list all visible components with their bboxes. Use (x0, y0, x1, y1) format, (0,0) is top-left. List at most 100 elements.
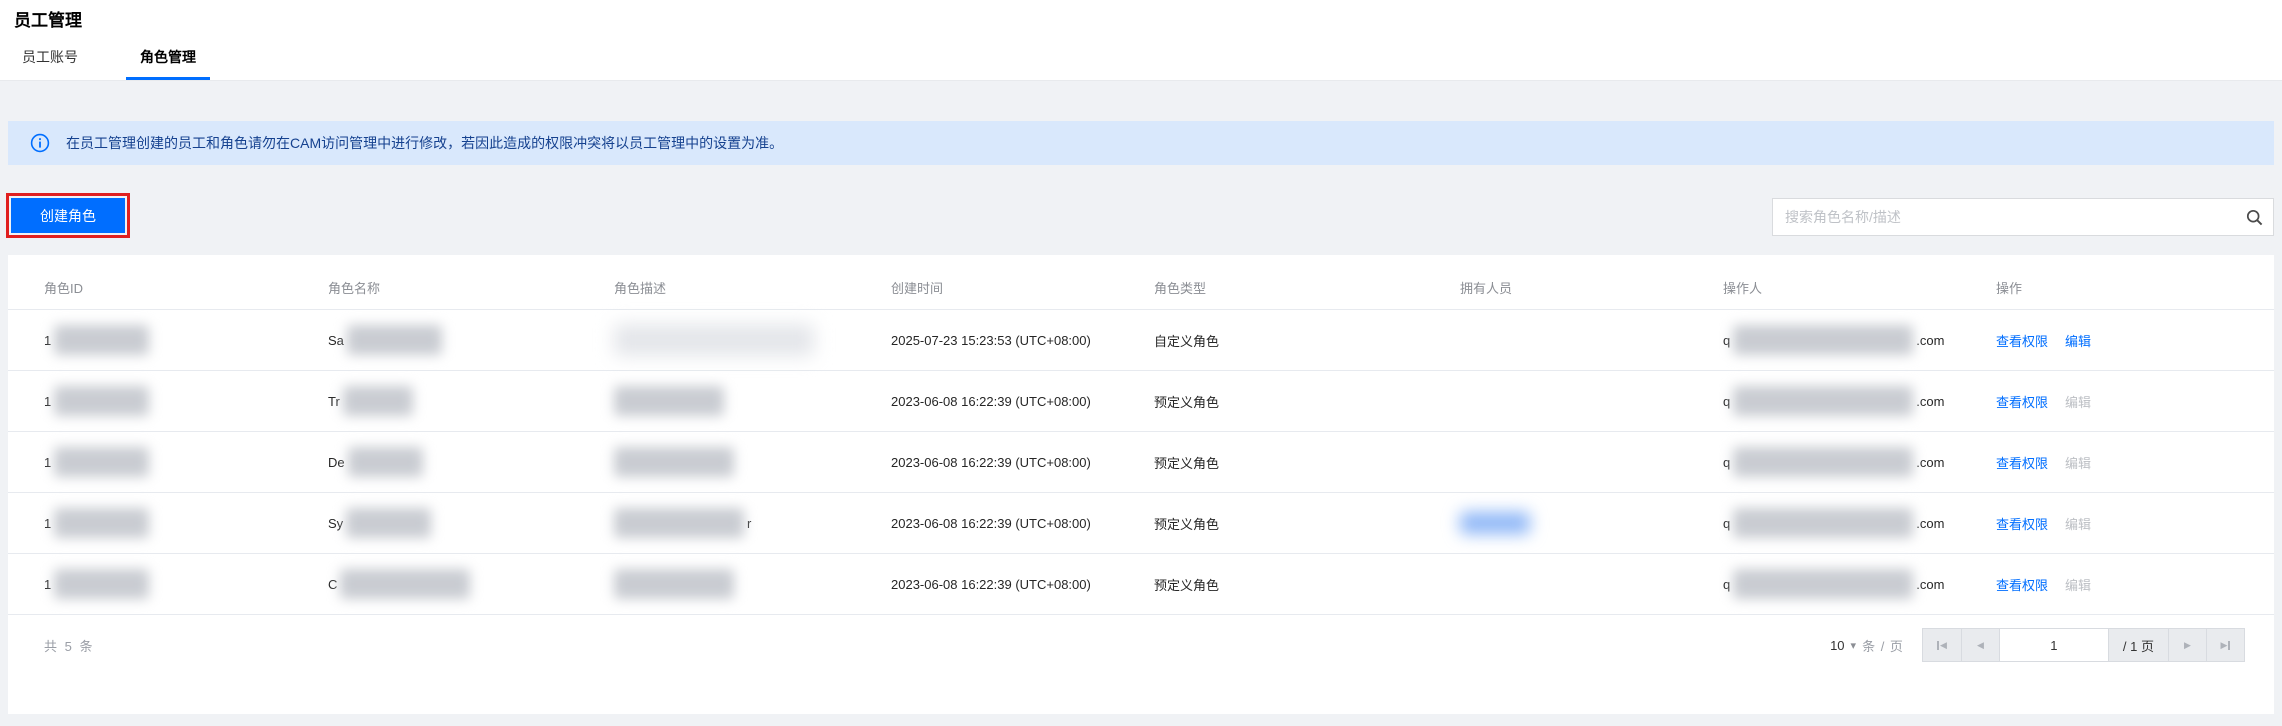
table-header-row: 角色ID 角色名称 角色描述 创建时间 角色类型 拥有人员 操作人 操作 (8, 266, 2274, 310)
last-page-button[interactable]: ▶ (2206, 629, 2244, 661)
table-footer: 共 5 条 10 ▾ 条 / 页 ◀ ◀ / 1 页 ▶ ▶ (8, 615, 2274, 675)
edit-link: 编辑 (2065, 516, 2092, 532)
redacted-blur (1733, 508, 1914, 538)
redacted-blur (346, 508, 432, 538)
info-banner: 在员工管理创建的员工和角色请勿在CAM访问管理中进行修改，若因此造成的权限冲突将… (8, 121, 2274, 165)
column-header: 拥有人员 (1460, 281, 1513, 296)
redacted-blur (1733, 447, 1914, 477)
page-number-input[interactable] (1998, 629, 2108, 661)
actions-cell: 查看权限 编辑 (1996, 392, 2274, 411)
redacted-blur (54, 569, 150, 599)
role-id-cell: 1 (44, 386, 328, 416)
column-header: 操作 (1996, 281, 2023, 296)
role-type-cell: 预定义角色 (1154, 455, 1220, 471)
chevron-down-icon: ▾ (1850, 639, 1857, 652)
redacted-blur (614, 569, 734, 599)
pager: ◀ ◀ / 1 页 ▶ ▶ (1921, 628, 2245, 662)
first-page-icon (1936, 640, 1939, 650)
tab-role-management[interactable]: 角色管理 (126, 39, 210, 80)
redacted-blur (342, 386, 413, 416)
prev-page-button[interactable]: ◀ (1960, 629, 1999, 661)
redacted-blur (346, 325, 442, 355)
table-row: 1 Sy r 2023-06-08 16:22:39 (UTC+08:00) 预定义角色… (8, 493, 2274, 554)
actions-cell: 查看权限 编辑 (1996, 453, 2274, 472)
redacted-blur (54, 508, 150, 538)
created-time-cell: 2025-07-23 15:23:53 (UTC+08:00) (891, 332, 1091, 348)
column-header: 角色描述 (614, 281, 667, 296)
view-permission-link[interactable]: 查看权限 (1996, 514, 2048, 533)
redacted-blur (614, 508, 744, 538)
next-page-icon: ▶ (2184, 639, 2191, 650)
edit-link[interactable]: 编辑 (2065, 331, 2091, 350)
role-id-cell: 1 (44, 569, 328, 599)
view-permission-link[interactable]: 查看权限 (1996, 392, 2048, 411)
owner-cell (1460, 512, 1723, 534)
role-table-card: 角色ID 角色名称 角色描述 创建时间 角色类型 拥有人员 操作人 操作 1 Sa 2025-07… (8, 255, 2274, 714)
redacted-blur (54, 386, 150, 416)
role-desc-cell (614, 386, 891, 416)
redacted-blur (1733, 569, 1914, 599)
role-type-cell: 预定义角色 (1154, 516, 1220, 532)
created-time-cell: 2023-06-08 16:22:39 (UTC+08:00) (891, 515, 1091, 531)
column-header: 角色ID (44, 281, 84, 296)
view-permission-link[interactable]: 查看权限 (1996, 575, 2048, 594)
view-permission-link[interactable]: 查看权限 (1996, 453, 2048, 472)
top-bar: 员工管理 员工账号 角色管理 (0, 0, 2282, 81)
redacted-blur (1460, 512, 1530, 534)
redacted-blur (347, 447, 423, 477)
banner-text: 在员工管理创建的员工和角色请勿在CAM访问管理中进行修改，若因此造成的权限冲突将… (66, 135, 784, 151)
redacted-blur (1733, 325, 1914, 355)
operator-cell: q .com (1723, 386, 1996, 416)
search-icon[interactable] (2235, 209, 2273, 226)
redacted-blur (1733, 386, 1914, 416)
table-row: 1 C 2023-06-08 16:22:39 (UTC+08:00) 预定义角色 q.… (8, 554, 2274, 615)
role-desc-cell (614, 569, 891, 599)
prev-page-icon: ◀ (1976, 639, 1984, 650)
create-role-button[interactable]: 创建角色 (11, 198, 125, 233)
created-time-cell: 2023-06-08 16:22:39 (UTC+08:00) (891, 393, 1091, 409)
info-icon (30, 133, 50, 153)
annotation-highlight-box: 创建角色 (6, 193, 130, 238)
page-size-select[interactable]: 10 ▾ 条 / 页 (1830, 636, 1904, 655)
tab-employee-account[interactable]: 员工账号 (8, 39, 92, 80)
role-id-cell: 1 (44, 447, 328, 477)
operator-cell: q .com (1723, 508, 1996, 538)
view-permission-link[interactable]: 查看权限 (1996, 331, 2048, 350)
created-time-cell: 2023-06-08 16:22:39 (UTC+08:00) (891, 454, 1091, 470)
actions-cell: 查看权限 编辑 (1996, 331, 2274, 350)
role-desc-cell: r (614, 508, 891, 538)
redacted-blur (614, 447, 734, 477)
next-page-button[interactable]: ▶ (2168, 629, 2206, 661)
role-type-cell: 预定义角色 (1154, 577, 1220, 593)
role-name-cell: C (328, 569, 614, 599)
actions-cell: 查看权限 编辑 (1996, 575, 2274, 594)
redacted-blur (614, 324, 814, 356)
first-page-button[interactable]: ◀ (1923, 629, 1961, 661)
search-input[interactable] (1773, 209, 2235, 225)
role-name-cell: Sy (328, 508, 614, 538)
per-page-label: 条 / 页 (1862, 638, 1904, 654)
redacted-blur (54, 325, 150, 355)
total-count-label: 共 5 条 (44, 638, 95, 654)
role-name-cell: Sa (328, 325, 614, 355)
operator-cell: q .com (1723, 447, 1996, 477)
actions-cell: 查看权限 编辑 (1996, 514, 2274, 533)
role-type-cell: 自定义角色 (1154, 333, 1220, 349)
tab-bar: 员工账号 角色管理 (8, 39, 244, 80)
column-header: 角色类型 (1154, 281, 1207, 296)
page-title: 员工管理 (14, 11, 82, 30)
column-header: 创建时间 (891, 281, 944, 296)
operator-cell: q .com (1723, 569, 1996, 599)
role-desc-cell (614, 447, 891, 477)
edit-link: 编辑 (2065, 577, 2092, 593)
operator-cell: q .com (1723, 325, 1996, 355)
edit-link: 编辑 (2065, 394, 2092, 410)
role-name-cell: Tr (328, 386, 614, 416)
redacted-blur (614, 386, 724, 416)
redacted-blur (340, 569, 471, 599)
edit-link: 编辑 (2065, 455, 2092, 471)
role-type-cell: 预定义角色 (1154, 394, 1220, 410)
page-total-label: / 1 页 (2107, 629, 2168, 661)
search-box (1772, 198, 2274, 236)
page-size-value: 10 (1830, 637, 1845, 653)
